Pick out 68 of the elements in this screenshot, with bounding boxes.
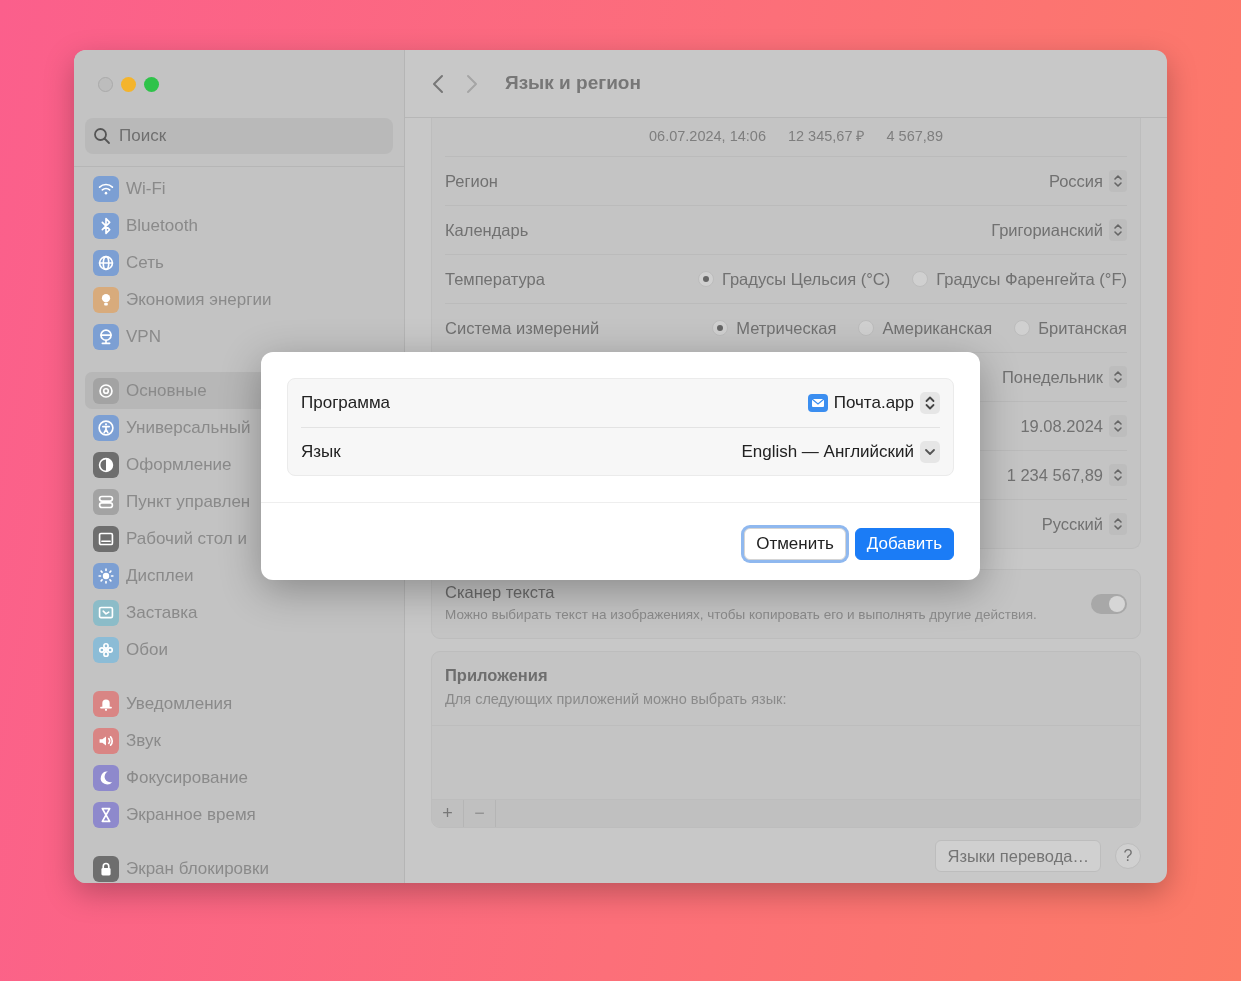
radio-button[interactable] <box>858 320 875 336</box>
help-button[interactable]: ? <box>1115 842 1141 869</box>
format-preview-text: 12 345,67 ₽ <box>787 127 865 147</box>
popup-button[interactable]: Понедельник <box>1002 364 1127 390</box>
radio-label: Британская <box>1038 317 1127 339</box>
minimize-button[interactable] <box>121 76 136 92</box>
section-title: Приложения <box>445 666 549 686</box>
updown-chevron-icon <box>1109 219 1127 241</box>
setting-description: Можно выбирать текст на изображениях, чтобы копировать его и выполнять другие действия. <box>445 605 1038 624</box>
updown-chevron-icon <box>1109 170 1127 192</box>
sidebar-item[interactable]: Wi-Fi <box>85 170 393 207</box>
sidebar-item[interactable]: Фокусирование <box>85 759 393 796</box>
sidebar-item[interactable]: Заставка <box>85 594 393 631</box>
search-icon <box>93 127 111 145</box>
sidebar-item[interactable]: Bluetooth <box>85 207 393 244</box>
popup-button[interactable]: Почта.app <box>807 390 940 416</box>
window-title: Язык и регион <box>505 72 641 95</box>
dropdown-button[interactable]: English — Английский <box>741 438 940 465</box>
setting-label: Температура <box>445 268 546 290</box>
chevron-down-icon <box>920 440 940 463</box>
sidebar-item[interactable]: Экономия энергии <box>85 281 393 318</box>
add-button[interactable]: + <box>432 799 464 827</box>
format-preview-text: 4 567,89 <box>886 127 943 147</box>
radio-option[interactable]: Метрическая <box>712 315 837 341</box>
toggle-switch[interactable] <box>1091 594 1127 614</box>
popup-button[interactable]: Григорианский <box>991 217 1127 243</box>
setting-label: Календарь <box>445 219 530 241</box>
sidebar-item[interactable]: Пункт управлен <box>85 483 393 520</box>
radio-label: Градусы Фаренгейта (°F) <box>936 268 1127 290</box>
setting-label: Система измерений <box>445 317 601 339</box>
radio-label: Метрическая <box>736 317 837 339</box>
sidebar-item[interactable]: Обои <box>85 631 393 668</box>
popup-button[interactable]: Россия <box>1048 168 1127 194</box>
updown-chevron-icon <box>1109 366 1127 388</box>
setting-title: Сканер текста <box>445 583 556 603</box>
radio-label: Американская <box>882 317 993 339</box>
radio-option[interactable]: Градусы Цельсия (°C) <box>697 266 891 292</box>
sidebar-item[interactable]: Звук <box>85 722 393 759</box>
setting-label: Регион <box>445 170 499 192</box>
search-field[interactable]: Поиск <box>85 118 393 154</box>
updown-chevron-icon <box>1109 513 1127 535</box>
sidebar-item[interactable]: Экран блокировки <box>85 850 393 883</box>
format-preview-text: 06.07.2024, 14:06 <box>649 127 766 147</box>
sidebar-item[interactable]: Дисплеи <box>85 557 393 594</box>
popup-button[interactable]: 1 234 567,89 <box>1006 462 1127 488</box>
updown-chevron-icon <box>1109 415 1127 437</box>
radio-option[interactable]: Британская <box>1014 315 1127 341</box>
translation-languages-button[interactable]: Языки перевода… <box>935 839 1101 873</box>
sidebar-item[interactable]: Уведомления <box>85 685 393 722</box>
radio-button[interactable] <box>697 271 714 287</box>
sidebar-item[interactable]: VPN <box>85 318 393 355</box>
mail-app-icon <box>807 393 828 413</box>
radio-label: Градусы Цельсия (°C) <box>721 268 891 290</box>
sidebar-item[interactable]: Сеть <box>85 244 393 281</box>
add-button[interactable]: Добавить <box>854 528 954 560</box>
updown-chevron-icon <box>1109 464 1127 486</box>
sidebar-item[interactable]: Экранное время <box>85 796 393 833</box>
section-description: Для следующих приложений можно выбрать язык: <box>445 689 788 709</box>
updown-chevron-icon <box>920 392 940 414</box>
popup-button[interactable]: 19.08.2024 <box>1020 413 1127 439</box>
popup-button[interactable]: Русский <box>1041 511 1127 537</box>
radio-option[interactable]: Градусы Фаренгейта (°F) <box>912 266 1127 292</box>
radio-button[interactable] <box>712 320 729 336</box>
radio-option[interactable]: Американская <box>858 315 993 341</box>
field-label: Язык <box>301 440 342 463</box>
zoom-button[interactable] <box>144 76 159 92</box>
cancel-button[interactable]: Отменить <box>744 528 846 560</box>
search-field[interactable]: Поиск <box>119 123 359 149</box>
